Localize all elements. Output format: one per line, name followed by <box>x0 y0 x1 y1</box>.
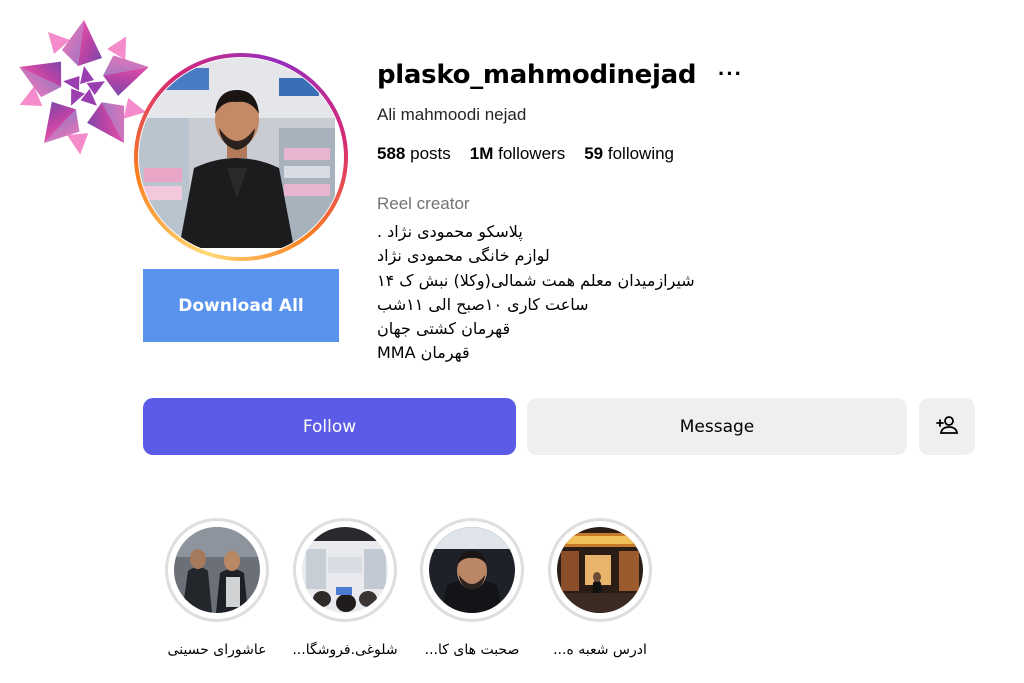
bio-line: قهرمان کشتی جهان <box>377 319 511 339</box>
highlight-item[interactable]: شلوغی.فروشگا... <box>280 518 410 663</box>
profile-photo <box>139 58 343 256</box>
bio-line: قهرمان MMA <box>377 343 470 363</box>
follow-button[interactable]: Follow <box>143 398 516 455</box>
profile-username: plasko_mahmodinejad <box>377 60 697 90</box>
highlight-label: ادرس شعبه ه... <box>553 642 647 658</box>
highlight-item[interactable]: عاشورای حسینی <box>152 518 282 663</box>
profile-bio: پلاسکو محمودی نژاد . لوازم خانگی محمودی … <box>377 220 695 366</box>
highlight-cover <box>302 527 388 613</box>
posts-stat[interactable]: 588 posts <box>377 144 451 164</box>
following-stat[interactable]: 59 following <box>584 144 674 164</box>
profile-avatar[interactable] <box>134 53 348 261</box>
highlight-item[interactable]: ادرس شعبه ه... <box>535 518 665 663</box>
add-user-button[interactable] <box>919 398 975 455</box>
download-all-button[interactable]: Download All <box>143 269 339 342</box>
highlight-cover <box>429 527 515 613</box>
highlight-cover <box>174 527 260 613</box>
highlight-cover <box>557 527 643 613</box>
ellipsis-icon[interactable]: ··· <box>718 63 743 85</box>
highlight-label: شلوغی.فروشگا... <box>292 642 398 658</box>
highlight-item[interactable]: صحبت های کا... <box>407 518 537 663</box>
followers-stat[interactable]: 1M followers <box>470 144 565 164</box>
profile-category: Reel creator <box>377 194 470 213</box>
profile-stats: 588 posts 1M followers 59 following <box>377 144 674 164</box>
profile-full-name: Ali mahmoodi nejad <box>377 105 527 124</box>
message-button[interactable]: Message <box>527 398 907 455</box>
bio-line: شیرازمیدان معلم همت شمالی(وکلا) نبش ک ۱۴ <box>377 270 695 290</box>
bio-line: پلاسکو محمودی نژاد . <box>377 222 523 241</box>
highlight-label: صحبت های کا... <box>424 642 520 658</box>
person-add-icon <box>936 415 959 438</box>
bio-line: ساعت کاری ۱۰صبح الی ۱۱شب <box>377 294 589 314</box>
bio-line: لوازم خانگی محمودی نژاد <box>377 246 550 266</box>
highlight-label: عاشورای حسینی <box>167 642 267 658</box>
